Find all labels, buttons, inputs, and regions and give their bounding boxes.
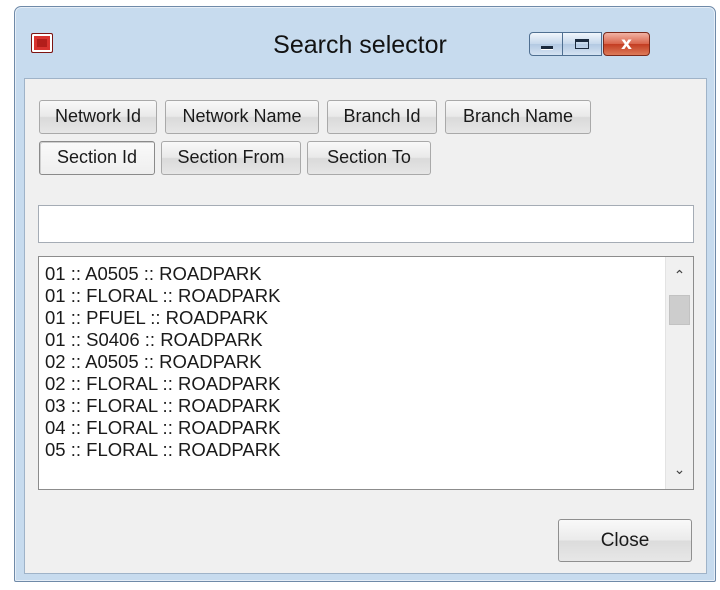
search-input[interactable] bbox=[38, 205, 694, 243]
network-id-button[interactable]: Network Id bbox=[39, 100, 157, 134]
results-listbox[interactable]: 01 :: A0505 :: ROADPARK 01 :: FLORAL :: R… bbox=[38, 256, 694, 490]
section-id-button[interactable]: Section Id bbox=[39, 141, 155, 175]
maximize-button[interactable] bbox=[562, 32, 602, 56]
branch-name-button[interactable]: Branch Name bbox=[445, 100, 591, 134]
scroll-down-icon[interactable]: ⌄ bbox=[666, 457, 693, 483]
maximize-icon bbox=[575, 39, 589, 49]
list-item[interactable]: 04 :: FLORAL :: ROADPARK bbox=[45, 417, 663, 439]
section-to-button[interactable]: Section To bbox=[307, 141, 431, 175]
list-item[interactable]: 01 :: A0505 :: ROADPARK bbox=[45, 263, 663, 285]
list-item[interactable]: 02 :: FLORAL :: ROADPARK bbox=[45, 373, 663, 395]
network-name-button[interactable]: Network Name bbox=[165, 100, 319, 134]
list-item[interactable]: 01 :: FLORAL :: ROADPARK bbox=[45, 285, 663, 307]
results-list: 01 :: A0505 :: ROADPARK 01 :: FLORAL :: R… bbox=[45, 263, 663, 461]
list-item[interactable]: 02 :: A0505 :: ROADPARK bbox=[45, 351, 663, 373]
section-from-button[interactable]: Section From bbox=[161, 141, 301, 175]
close-icon: x bbox=[621, 34, 632, 54]
minimize-icon bbox=[541, 46, 553, 49]
vertical-scrollbar[interactable]: ⌃ ⌄ bbox=[665, 257, 693, 489]
list-item[interactable]: 05 :: FLORAL :: ROADPARK bbox=[45, 439, 663, 461]
list-item[interactable]: 03 :: FLORAL :: ROADPARK bbox=[45, 395, 663, 417]
list-item[interactable]: 01 :: PFUEL :: ROADPARK bbox=[45, 307, 663, 329]
close-window-button[interactable]: x bbox=[603, 32, 650, 56]
list-item[interactable]: 01 :: S0406 :: ROADPARK bbox=[45, 329, 663, 351]
title-bar[interactable]: Search selector x bbox=[15, 7, 715, 77]
scroll-up-icon[interactable]: ⌃ bbox=[666, 263, 693, 289]
branch-id-button[interactable]: Branch Id bbox=[327, 100, 437, 134]
close-button[interactable]: Close bbox=[558, 519, 692, 562]
search-selector-window: Search selector x Network Id Network Nam… bbox=[14, 6, 716, 582]
scroll-thumb[interactable] bbox=[669, 295, 690, 325]
minimize-button[interactable] bbox=[529, 32, 563, 56]
dialog-client-area: Network Id Network Name Branch Id Branch… bbox=[24, 78, 707, 574]
